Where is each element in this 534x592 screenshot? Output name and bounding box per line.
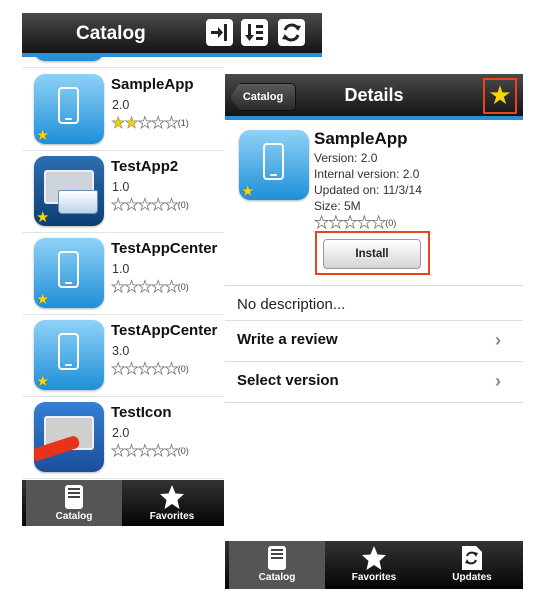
chevron-right-icon: ›: [495, 371, 501, 391]
phone-app-icon: [34, 57, 104, 61]
chevron-right-icon: ›: [495, 330, 501, 350]
rating-stars: ★★★★★(0): [111, 279, 189, 297]
rating-stars[interactable]: ★★★★★(0): [314, 213, 397, 233]
app-name: SampleApp: [111, 76, 194, 93]
app-version: 2.0: [112, 426, 130, 440]
write-review-row[interactable]: Write a review ›: [225, 321, 523, 361]
phone-app-icon: ★: [239, 130, 309, 200]
description-text: No description...: [237, 296, 346, 313]
app-name: TestIcon: [111, 404, 172, 421]
tablet-folder-icon: ★: [34, 156, 104, 226]
internal-version-text: Internal version: 2.0: [314, 167, 420, 181]
app-version: 3.0: [112, 344, 130, 358]
star-icon: ★: [488, 80, 512, 110]
list-item[interactable]: ★ TestAppCenter 3.0 ★★★★★(0): [22, 314, 224, 397]
updated-text: Updated on: 11/3/14: [314, 183, 422, 197]
app-version: 1.0: [112, 180, 130, 194]
catalog-icon: [268, 546, 286, 570]
refresh-icon: [282, 23, 301, 42]
menu-label: Select version: [237, 372, 339, 389]
list-item[interactable]: ★ TestApp2 1.0 ★★★★★(0): [22, 150, 224, 233]
divider: [225, 285, 523, 286]
phone-app-icon: ★: [34, 74, 104, 144]
tab-favorites[interactable]: Favorites: [122, 480, 222, 526]
favorite-button[interactable]: ★: [483, 78, 517, 114]
rating-stars: ★★★★★(0): [111, 443, 189, 461]
install-highlight: Install: [315, 231, 430, 275]
app-version: 1.0: [112, 262, 130, 276]
tablet-icon: [34, 402, 104, 472]
list-item[interactable]: [22, 57, 224, 68]
install-button[interactable]: Install: [323, 239, 421, 269]
phone-app-icon: ★: [34, 238, 104, 308]
details-screen: Details Catalog ★ ★ SampleApp Version: 2…: [225, 74, 523, 404]
list-item[interactable]: TestIcon 2.0 ★★★★★(0): [22, 396, 224, 479]
catalog-icon: [65, 485, 83, 509]
app-name: TestAppCenter: [111, 240, 218, 257]
tab-favorites[interactable]: Favorites: [325, 541, 423, 589]
back-button[interactable]: Catalog: [230, 83, 296, 111]
app-name: TestApp2: [111, 158, 179, 175]
details-navbar: Details Catalog ★: [225, 74, 523, 120]
details-tabbar: Catalog Favorites Updates: [225, 541, 523, 589]
menu-label: Write a review: [237, 331, 338, 348]
updates-icon: [462, 546, 482, 570]
tab-catalog[interactable]: Catalog: [229, 541, 325, 589]
tab-catalog[interactable]: Catalog: [26, 480, 122, 526]
catalog-navbar: Catalog: [22, 13, 322, 57]
app-name: TestAppCenter: [111, 322, 218, 339]
size-text: Size: 5M: [314, 199, 361, 213]
app-name: SampleApp: [314, 129, 408, 148]
select-version-row[interactable]: Select version ›: [225, 362, 523, 402]
sort-button[interactable]: [241, 19, 268, 46]
star-icon: [160, 485, 184, 509]
version-text: Version: 2.0: [314, 151, 378, 165]
rating-stars: ★★★★★(1): [111, 115, 189, 133]
list-item[interactable]: ★ TestAppCenter 1.0 ★★★★★(0): [22, 232, 224, 315]
sort-icon: [245, 24, 263, 41]
divider: [225, 402, 523, 403]
phone-app-icon: ★: [34, 320, 104, 390]
app-list[interactable]: ★ SampleApp 2.0 ★★★★★(1) ★ TestApp2 1.0 …: [22, 57, 224, 480]
catalog-title: Catalog: [76, 23, 146, 44]
rating-stars: ★★★★★(0): [111, 197, 189, 215]
login-icon: [211, 24, 227, 41]
tab-updates[interactable]: Updates: [423, 541, 521, 589]
rating-stars: ★★★★★(0): [111, 361, 189, 379]
login-button[interactable]: [206, 19, 233, 46]
star-icon: [362, 546, 386, 570]
refresh-button[interactable]: [278, 19, 305, 46]
catalog-tabbar: Catalog Favorites: [22, 480, 224, 526]
list-item[interactable]: ★ SampleApp 2.0 ★★★★★(1): [22, 68, 224, 151]
app-version: 2.0: [112, 98, 130, 112]
